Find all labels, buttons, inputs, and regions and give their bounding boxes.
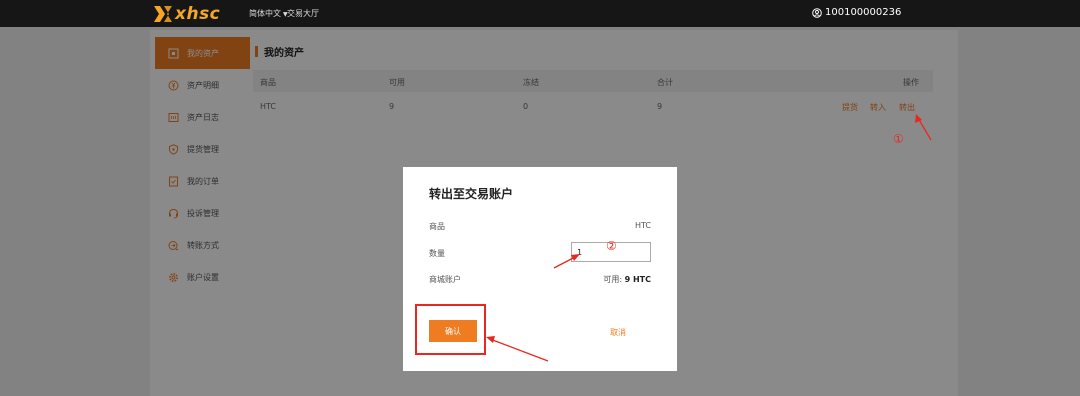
trading-hall-link[interactable]: 交易大厅 — [287, 8, 319, 19]
mall-account-label: 商城账户 — [429, 275, 461, 284]
user-icon — [812, 7, 822, 18]
language-label: 简体中文 — [249, 9, 281, 18]
annotation-highlight-box — [415, 304, 486, 355]
user-account[interactable]: 100100000236 — [812, 7, 901, 18]
product-value: HTC — [634, 221, 651, 230]
quantity-label: 数量 — [429, 249, 445, 258]
available-prefix: 可用: — [603, 275, 623, 284]
available-amount: 9 HTC — [624, 275, 651, 284]
cancel-button[interactable]: 取消 — [610, 327, 626, 338]
brand-logo[interactable]: xhsc — [153, 4, 220, 24]
logo-mark-icon — [153, 5, 173, 23]
account-number: 100100000236 — [825, 7, 902, 18]
available-balance: 可用: 9 HTC — [603, 274, 651, 285]
product-label: 商品 — [429, 222, 445, 231]
language-selector[interactable]: 简体中文 ▼ — [249, 8, 288, 19]
dialog-title: 转出至交易账户 — [429, 187, 514, 201]
annotation-marker-1: ① — [893, 132, 904, 146]
annotation-marker-2: ② — [606, 239, 617, 253]
top-navigation-bar: xhsc 简体中文 ▼ 交易大厅 100100000236 — [0, 0, 1080, 27]
logo-text: xhsc — [175, 4, 221, 24]
